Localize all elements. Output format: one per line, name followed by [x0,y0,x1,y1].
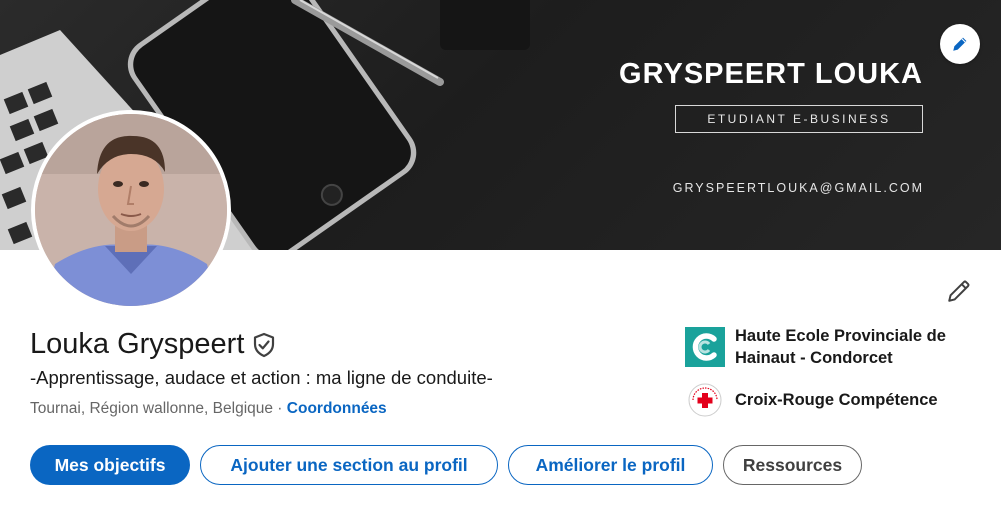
org-name: Croix-Rouge Compétence [735,391,938,409]
improve-profile-button[interactable]: Améliorer le profil [508,445,713,485]
profile-location: Tournai, Région wallonne, Belgique [30,400,273,417]
pencil-icon [953,37,967,51]
croix-rouge-logo [685,380,725,420]
profile-name-row: Louka Gryspeert [30,328,276,361]
location-separator: · [273,400,287,417]
org-croix-rouge[interactable]: Croix-Rouge Compétence [685,380,965,420]
avatar-image [35,114,227,306]
org-name: Haute Ecole Provinciale de Hainaut - Con… [735,327,946,367]
goals-button[interactable]: Mes objectifs [30,445,190,485]
profile-headline: -Apprentissage, audace et action : ma li… [30,367,493,388]
contact-info-link[interactable]: Coordonnées [287,400,387,417]
pencil-icon [948,280,970,302]
edit-profile-button[interactable] [944,276,974,306]
resources-button[interactable]: Ressources [723,445,862,485]
add-profile-section-button[interactable]: Ajouter une section au profil [200,445,498,485]
profile-name: Louka Gryspeert [30,328,245,360]
edit-banner-button[interactable] [940,24,980,64]
profile-photo[interactable] [31,110,231,310]
condorcet-logo [685,327,725,367]
profile-location-row: Tournai, Région wallonne, Belgique · Coo… [30,400,387,418]
banner-role: ETUDIANT E-BUSINESS [675,105,923,133]
org-condorcet[interactable]: Haute Ecole Provinciale de Hainaut - Con… [685,325,965,369]
banner-name: GRYSPEERT LOUKA [619,58,923,90]
banner-email: GRYSPEERTLOUKA@GMAIL.COM [672,181,924,195]
shield-check-icon[interactable] [252,332,276,358]
